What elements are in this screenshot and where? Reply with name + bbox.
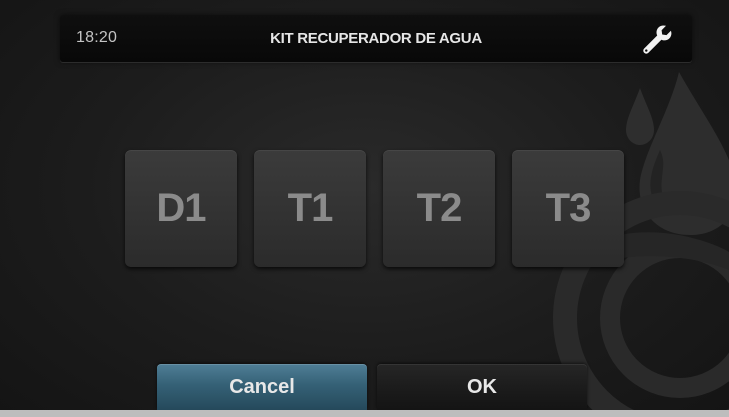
header-bar: 18:20 KIT RECUPERADOR DE AGUA [60, 15, 692, 62]
sensor-button-t1[interactable]: T1 [254, 150, 366, 267]
sensor-button-t2[interactable]: T2 [383, 150, 495, 267]
wrench-icon[interactable] [640, 23, 672, 55]
cancel-button[interactable]: Cancel [157, 364, 367, 410]
sensor-button-label: T1 [287, 186, 334, 230]
sensor-button-label: T2 [416, 186, 463, 230]
ok-button[interactable]: OK [377, 364, 587, 410]
bottom-edge-strip [0, 410, 729, 417]
sensor-button-label: T3 [545, 186, 592, 230]
page-title: KIT RECUPERADOR DE AGUA [270, 30, 482, 47]
cancel-button-label: Cancel [229, 375, 295, 398]
sensor-button-d1[interactable]: D1 [125, 150, 237, 267]
screen: 18:20 KIT RECUPERADOR DE AGUA D1 T1 T2 T… [0, 0, 729, 417]
sensor-button-label: D1 [156, 186, 206, 230]
ok-button-label: OK [467, 375, 497, 398]
sensor-button-t3[interactable]: T3 [512, 150, 624, 267]
